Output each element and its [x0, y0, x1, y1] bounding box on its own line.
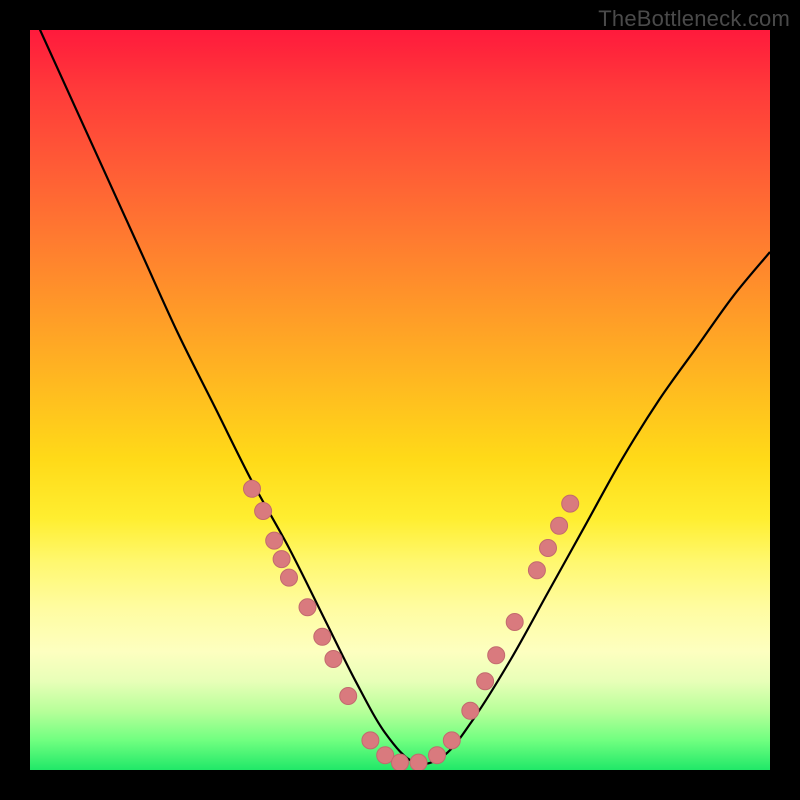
curve-marker	[410, 754, 427, 770]
curve-marker	[266, 532, 283, 549]
curve-marker	[462, 702, 479, 719]
curve-marker	[392, 754, 409, 770]
curve-marker	[281, 569, 298, 586]
curve-marker	[362, 732, 379, 749]
curve-marker	[244, 480, 261, 497]
curve-marker	[299, 599, 316, 616]
curve-marker	[488, 647, 505, 664]
curve-marker	[273, 551, 290, 568]
curve-marker	[506, 614, 523, 631]
curve-marker	[477, 673, 494, 690]
bottleneck-curve	[30, 30, 770, 764]
chart-plot-area	[30, 30, 770, 770]
curve-marker	[255, 503, 272, 520]
curve-marker	[551, 517, 568, 534]
curve-marker	[443, 732, 460, 749]
curve-markers	[244, 480, 579, 770]
curve-marker	[429, 747, 446, 764]
curve-marker	[314, 628, 331, 645]
curve-marker	[562, 495, 579, 512]
curve-marker	[325, 651, 342, 668]
chart-frame: TheBottleneck.com	[0, 0, 800, 800]
chart-svg	[30, 30, 770, 770]
watermark-text: TheBottleneck.com	[598, 6, 790, 32]
curve-marker	[528, 562, 545, 579]
curve-marker	[540, 540, 557, 557]
curve-marker	[340, 688, 357, 705]
